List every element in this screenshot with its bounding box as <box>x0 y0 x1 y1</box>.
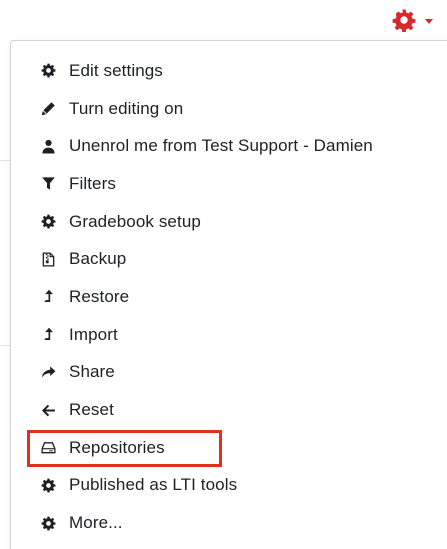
gear-icon <box>392 8 416 32</box>
menu-item-label: Backup <box>69 249 127 269</box>
gear-icon <box>40 63 56 79</box>
menu-item-label: More... <box>69 513 123 533</box>
share-icon <box>40 364 56 380</box>
page: Edit settings Turn editing on Unenrol me f… <box>0 0 447 549</box>
menu-item-gradebook-setup[interactable]: Gradebook setup <box>11 203 447 241</box>
menu-item-label: Turn editing on <box>69 98 184 118</box>
menu-item-label: Published as LTI tools <box>69 475 238 495</box>
caret-down-icon <box>425 18 433 24</box>
menu-item-published-lti[interactable]: Published as LTI tools <box>11 467 447 505</box>
menu-item-more[interactable]: More... <box>11 504 447 542</box>
menu-item-import[interactable]: Import <box>11 316 447 354</box>
course-actions-dropdown: Edit settings Turn editing on Unenrol me f… <box>10 40 447 549</box>
menu-item-label: Restore <box>69 286 130 306</box>
hard-drive-icon <box>40 440 56 456</box>
menu-item-filters[interactable]: Filters <box>11 165 447 203</box>
menu-item-restore[interactable]: Restore <box>11 278 447 316</box>
menu-item-label: Filters <box>69 173 116 193</box>
gear-icon <box>40 214 56 230</box>
menu-item-label: Reset <box>69 400 114 420</box>
menu-item-label: Share <box>69 362 115 382</box>
course-actions-menu-toggle[interactable] <box>392 6 447 34</box>
menu-item-label: Unenrol me from Test Support - Damien <box>69 136 373 156</box>
level-up-icon <box>40 289 56 305</box>
background-divider <box>0 160 10 161</box>
menu-item-turn-editing-on[interactable]: Turn editing on <box>11 90 447 128</box>
menu-item-label: Repositories <box>69 437 165 457</box>
menu-item-reset[interactable]: Reset <box>11 391 447 429</box>
background-divider <box>0 345 10 346</box>
menu-item-unenrol[interactable]: Unenrol me from Test Support - Damien <box>11 127 447 165</box>
menu-item-label: Gradebook setup <box>69 211 201 231</box>
level-up-icon <box>40 327 56 343</box>
menu-item-label: Import <box>69 324 118 344</box>
menu-item-share[interactable]: Share <box>11 354 447 392</box>
menu-list: Edit settings Turn editing on Unenrol me f… <box>11 52 447 542</box>
menu-item-backup[interactable]: Backup <box>11 240 447 278</box>
menu-item-repositories[interactable]: Repositories <box>11 429 447 467</box>
gear-icon <box>40 477 56 493</box>
filter-icon <box>40 176 56 192</box>
gear-icon <box>40 515 56 531</box>
pencil-icon <box>40 101 56 117</box>
menu-item-label: Edit settings <box>69 60 163 80</box>
menu-item-edit-settings[interactable]: Edit settings <box>11 52 447 90</box>
arrow-left-icon <box>40 402 56 418</box>
file-zip-icon <box>40 251 56 267</box>
user-icon <box>40 138 56 154</box>
